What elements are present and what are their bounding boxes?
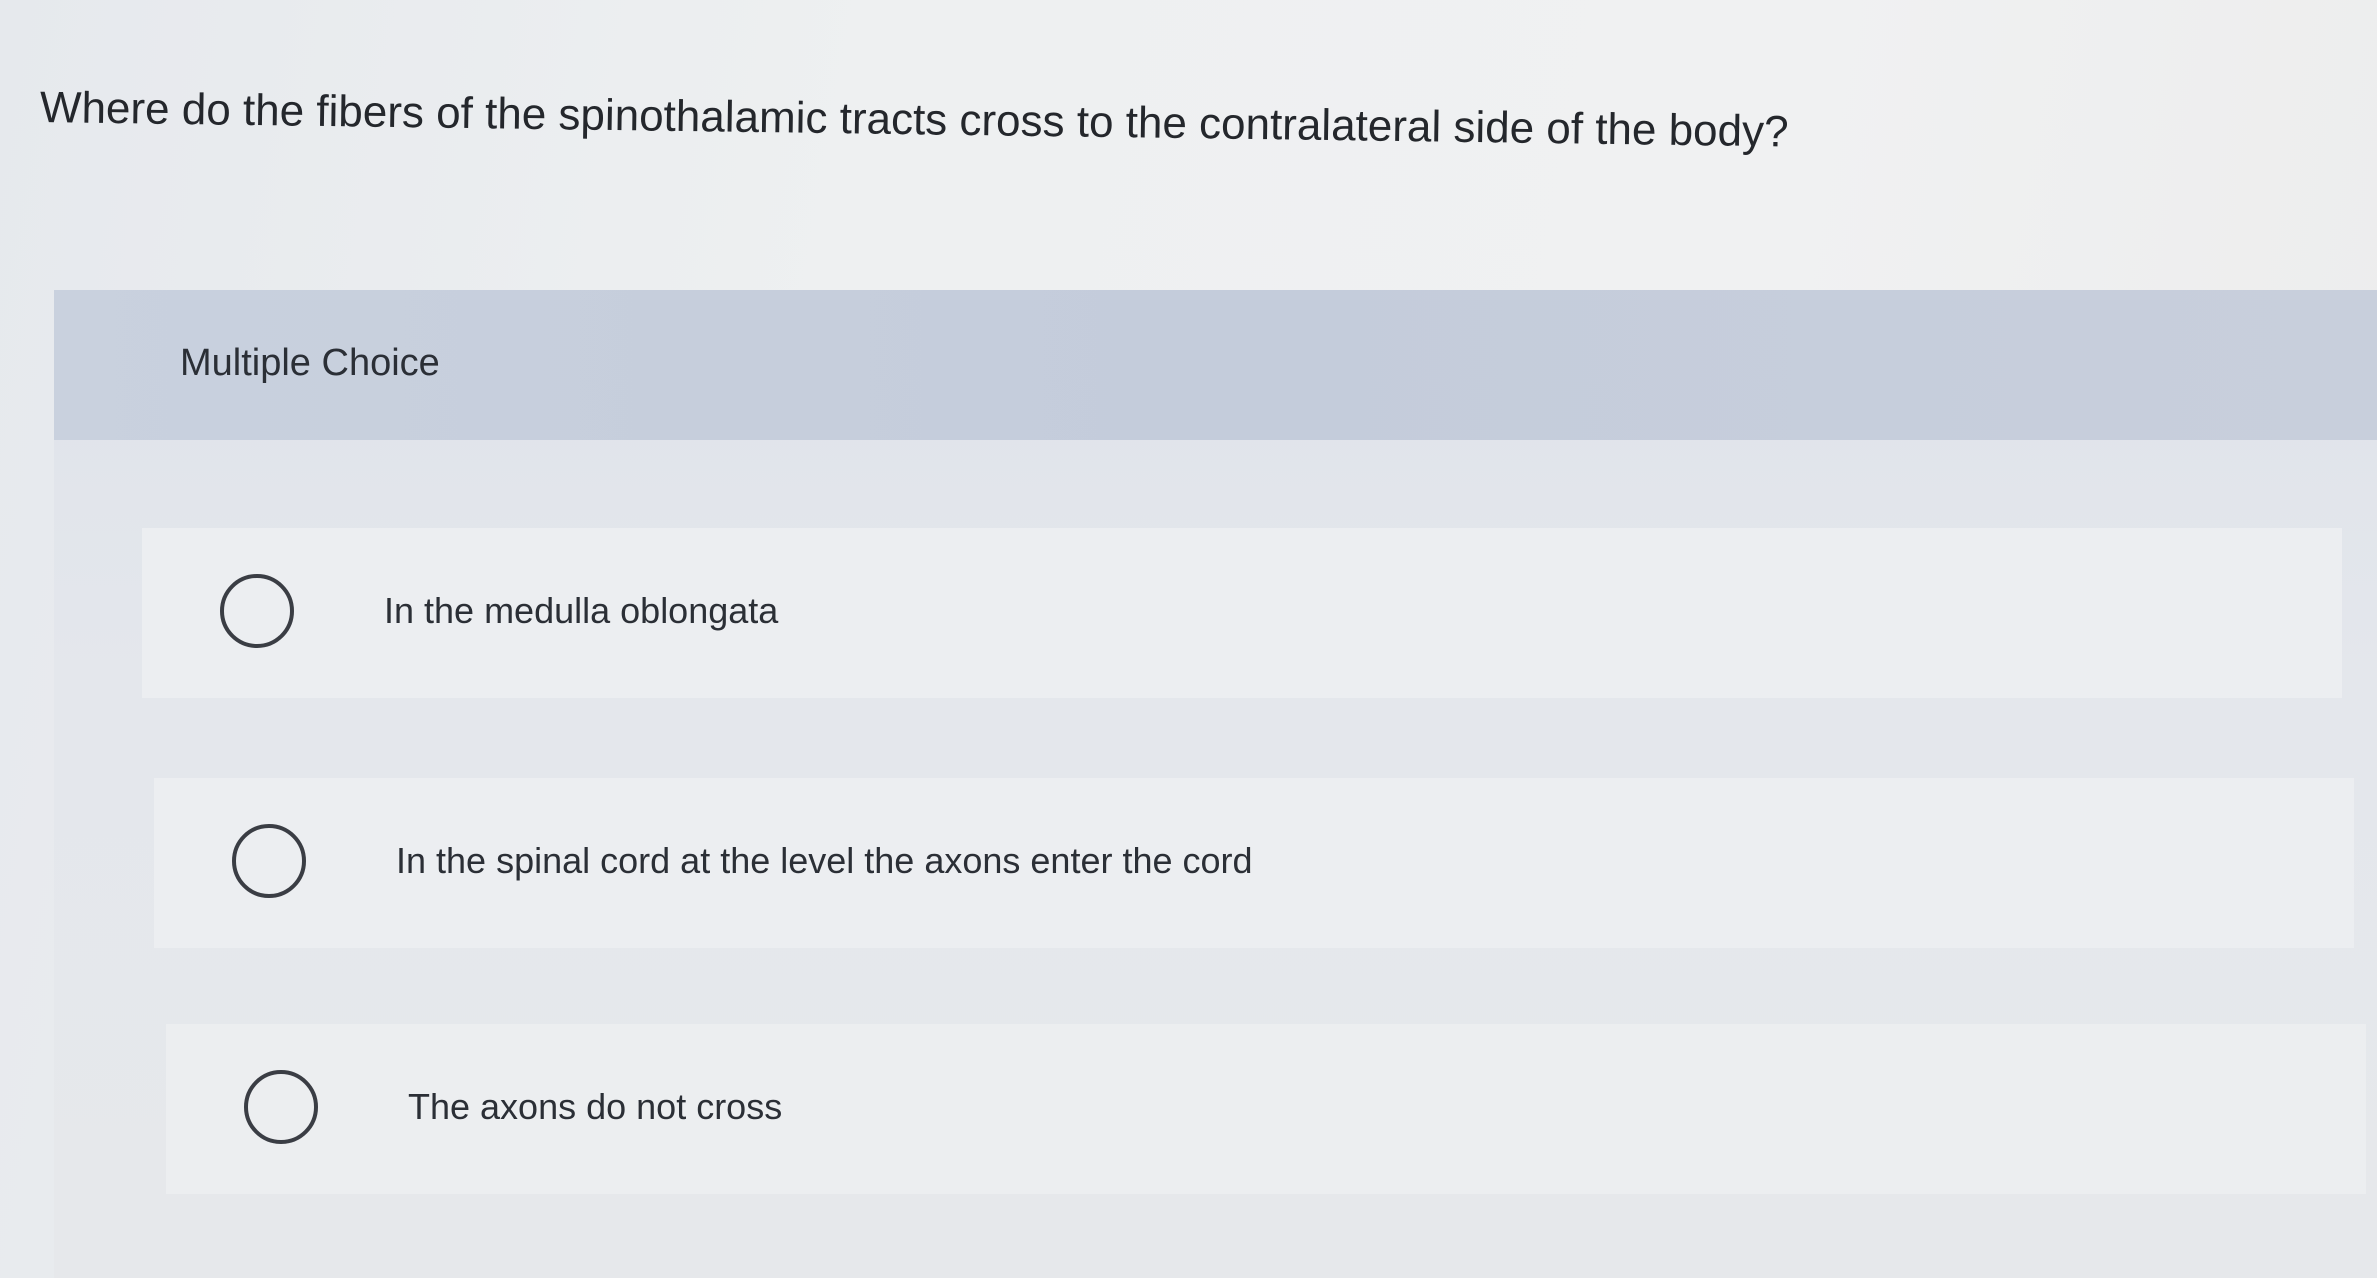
option-axons-do-not-cross[interactable]: The axons do not cross [166, 1024, 2366, 1194]
panel-header: Multiple Choice [54, 290, 2377, 440]
option-label: In the medulla oblongata [384, 590, 779, 631]
option-medulla-oblongata[interactable]: In the medulla oblongata [142, 528, 2342, 698]
radio-button[interactable] [244, 1070, 318, 1144]
answer-panel: Multiple Choice In the medulla oblongata… [54, 290, 2377, 1278]
option-spinal-cord-entry-level[interactable]: In the spinal cord at the level the axon… [154, 778, 2354, 948]
question-type-label: Multiple Choice [180, 342, 440, 384]
radio-button[interactable] [220, 574, 294, 648]
question-text: Where do the fibers of the spinothalamic… [39, 83, 1789, 157]
option-label: The axons do not cross [408, 1086, 783, 1127]
radio-button[interactable] [232, 824, 306, 898]
option-label: In the spinal cord at the level the axon… [396, 840, 1253, 881]
